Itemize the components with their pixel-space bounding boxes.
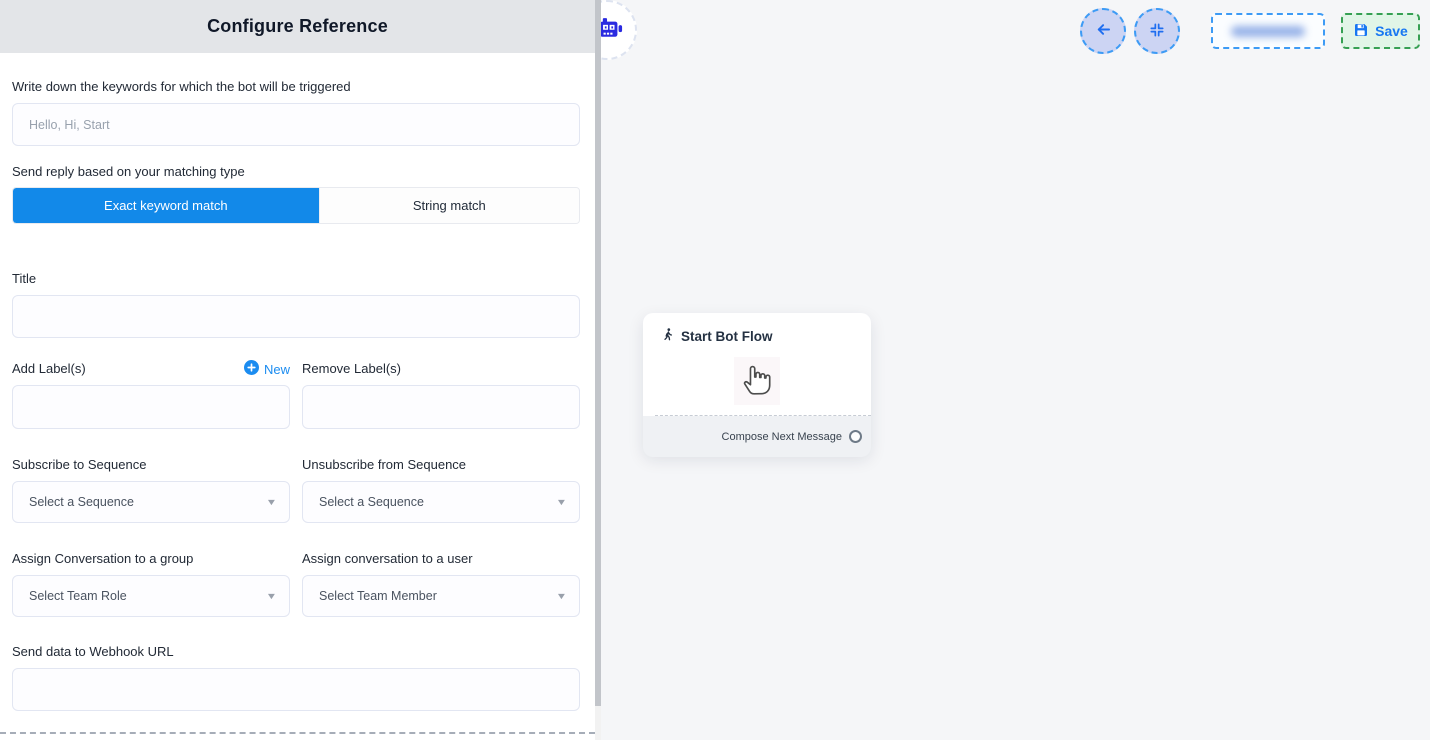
back-button[interactable] [1080,8,1126,54]
remove-labels-label: Remove Label(s) [302,361,401,376]
unsubscribe-sequence-value: Select a Sequence [319,495,424,509]
next-message-port[interactable] [849,430,862,443]
save-button[interactable]: Save [1341,13,1420,49]
save-button-label: Save [1375,23,1408,39]
flow-canvas[interactable]: Save Start Bot Flow [601,0,1430,740]
team-member-select[interactable]: Select Team Member ▼ [302,575,580,617]
unsubscribe-sequence-select[interactable]: Select a Sequence ▼ [302,481,580,523]
tab-string-match[interactable]: String match [319,188,579,223]
subscribe-sequence-select[interactable]: Select a Sequence ▼ [12,481,290,523]
compress-arrows-icon [1149,22,1165,41]
start-node-title: Start Bot Flow [681,328,773,346]
keywords-input[interactable] [12,103,580,146]
hand-cursor-icon [740,360,774,403]
matching-type-tabs: Exact keyword match String match [12,187,580,224]
add-labels-input[interactable] [12,385,290,429]
configure-panel: Configure Reference Write down the keywo… [0,0,595,740]
webhook-label: Send data to Webhook URL [12,644,580,660]
panel-bottom-divider [0,732,595,734]
subscribe-sequence-value: Select a Sequence [29,495,134,509]
caret-down-icon: ▼ [266,497,278,507]
start-node-header: Start Bot Flow [643,313,871,347]
caret-down-icon: ▼ [266,591,278,601]
tab-exact-keyword-match[interactable]: Exact keyword match [13,188,319,223]
title-label: Title [12,271,580,287]
caret-down-icon: ▼ [556,591,568,601]
add-labels-label: Add Label(s) [12,361,86,377]
panel-scrollbar-thumb[interactable] [595,0,601,706]
webhook-input[interactable] [12,668,580,711]
bot-name-button-blurred[interactable] [1211,13,1325,49]
walking-person-icon [661,327,675,347]
team-role-value: Select Team Role [29,589,127,603]
assign-group-label: Assign Conversation to a group [12,551,193,566]
panel-header: Configure Reference [0,0,595,53]
matching-type-label: Send reply based on your matching type [12,164,580,180]
bot-trigger-badge[interactable] [601,0,637,60]
team-role-select[interactable]: Select Team Role ▼ [12,575,290,617]
remove-labels-input[interactable] [302,385,580,429]
title-input[interactable] [12,295,580,338]
new-label-button[interactable]: New [244,360,290,378]
new-label-button-label: New [264,362,290,377]
assign-labels-row: Assign Conversation to a group Assign co… [12,550,580,568]
panel-body: Write down the keywords for which the bo… [0,79,595,711]
plus-circle-icon [244,360,259,378]
caret-down-icon: ▼ [556,497,568,507]
sequence-selects-row: Select a Sequence ▼ Select a Sequence ▼ [12,474,580,523]
team-member-value: Select Team Member [319,589,437,603]
fit-view-button[interactable] [1134,8,1180,54]
page-title: Configure Reference [207,16,388,37]
node-drag-area [734,357,780,405]
compose-next-message-label: Compose Next Message [722,431,842,443]
assign-selects-row: Select Team Role ▼ Select Team Member ▼ [12,568,580,617]
blurred-text [1231,26,1305,37]
start-node-footer: Compose Next Message [643,416,871,457]
labels-inputs-row [12,378,580,429]
arrow-left-icon [1094,20,1113,42]
floppy-disk-icon [1353,22,1369,41]
sequence-labels-row: Subscribe to Sequence Unsubscribe from S… [12,456,580,474]
assign-user-label: Assign conversation to a user [302,551,473,566]
subscribe-sequence-label: Subscribe to Sequence [12,457,146,472]
panel-scrollbar[interactable] [595,0,601,740]
labels-header-row: Add Label(s) New Remove Label(s) [12,360,580,378]
robot-icon [601,14,625,47]
unsubscribe-sequence-label: Unsubscribe from Sequence [302,457,466,472]
start-bot-flow-node[interactable]: Start Bot Flow Compose Next Message [643,313,871,455]
keywords-label: Write down the keywords for which the bo… [12,79,580,95]
